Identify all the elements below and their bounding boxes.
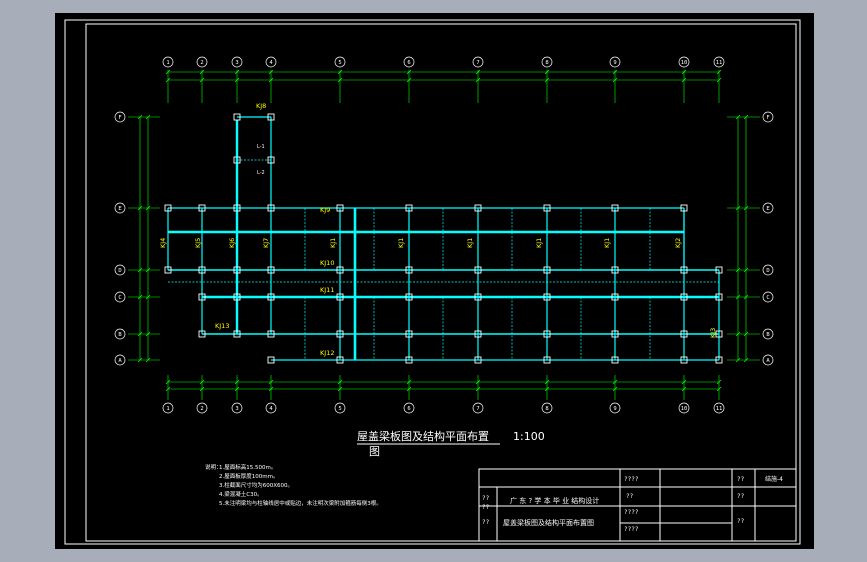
title-block-cell: ?? — [737, 518, 745, 525]
title-block-cell: ???? — [624, 476, 639, 483]
drawing-title: 屋盖梁板图及结构平面布置 — [357, 429, 489, 443]
note-item: 4.梁混凝土C30。 — [219, 490, 263, 498]
axis-bubble-label: 8 — [545, 406, 548, 412]
axis-bubble-label: 1 — [166, 60, 169, 66]
drawing-title-wrap: 图 — [369, 445, 380, 458]
frame-label: KJ4 — [159, 238, 167, 248]
axis-bubble-label: 10 — [681, 60, 688, 66]
axis-bubble-label: 8 — [545, 60, 548, 66]
frame-label: KJ9 — [320, 206, 330, 214]
frame-label: KJ7 — [262, 238, 270, 248]
frame-label: KJ13 — [215, 322, 229, 330]
axis-bubble-label: 3 — [235, 60, 238, 66]
title-block-blank: ?? — [482, 504, 490, 511]
title-block-cell: ?? — [737, 476, 745, 483]
frame-label: KJ3 — [709, 328, 717, 338]
axis-bubble-label: 9 — [613, 406, 616, 412]
frame-label: KJ1 — [397, 238, 405, 248]
axis-bubble-label: 5 — [338, 60, 341, 66]
axis-bubble-label: 2 — [200, 406, 203, 412]
note-item: 3.柱截面尺寸均为600X600。 — [219, 481, 293, 489]
frame-label: KJ1 — [329, 238, 337, 248]
axis-bubble-label: D — [766, 268, 769, 274]
title-block-cell: ?? — [737, 493, 745, 500]
frame-label: KJ8 — [256, 102, 266, 110]
frame-label: KJ12 — [320, 349, 334, 357]
axis-bubble-label: E — [118, 206, 121, 212]
frame-label: KJ6 — [228, 238, 236, 248]
frame-label: KJ1 — [603, 238, 611, 248]
axis-bubble-label: 6 — [407, 406, 410, 412]
frame-label: KJ1 — [466, 238, 474, 248]
axis-bubble-label: 9 — [613, 60, 616, 66]
axis-bubble-label: 11 — [716, 60, 723, 66]
axis-bubble-label: C — [766, 295, 769, 301]
axis-bubble-label: 7 — [476, 406, 479, 412]
frame-label: KJ11 — [320, 286, 334, 294]
title-block-cell: ???? — [624, 526, 639, 533]
note-item: 2.屋面板厚度100mm。 — [219, 472, 278, 480]
title-block-blank: ?? — [482, 495, 490, 502]
frame-label: KJ5 — [194, 238, 202, 248]
beam-tag: L-1 — [257, 144, 265, 150]
frame-label: KJ10 — [320, 259, 334, 267]
axis-bubble-label: 3 — [235, 406, 238, 412]
axis-bubble-label: 1 — [166, 406, 169, 412]
axis-bubble-label: 11 — [716, 406, 723, 412]
title-block-school: 广 东 ? 学 本 毕 业 结构设计 — [510, 496, 599, 505]
axis-bubble-label: F — [766, 115, 769, 121]
axis-bubble-label: 5 — [338, 406, 341, 412]
axis-bubble-label: E — [766, 206, 769, 212]
frame-label: KJ2 — [674, 238, 682, 248]
axis-bubble-label: 10 — [681, 406, 688, 412]
axis-bubble-label: F — [118, 115, 121, 121]
axis-bubble-label: D — [118, 268, 121, 274]
cad-drawing-canvas[interactable]: 11223344556677889910101111F FE ED DC CB BA A K… — [0, 0, 867, 562]
frame-label: KJ1 — [535, 238, 543, 248]
axis-bubble-label: C — [118, 295, 121, 301]
note-item: 5.未注明梁均与柱轴线居中或贴边，未注明次梁附加箍筋每侧3根。 — [219, 499, 382, 507]
title-block-cell: ?? — [626, 493, 634, 500]
note-item: 1.屋面标高15.500m。 — [219, 463, 276, 471]
title-block-blank: ?? — [482, 519, 490, 526]
drawing-scale: 1:100 — [513, 430, 545, 443]
title-block-drawing-name: 屋盖梁板图及结构平面布置图 — [503, 518, 594, 527]
axis-bubble-label: 7 — [476, 60, 479, 66]
axis-bubble-label: 2 — [200, 60, 203, 66]
title-block-sheet-no: 结施-4 — [765, 475, 783, 483]
title-block-cell: ???? — [624, 509, 639, 516]
beam-tag: L-2 — [257, 170, 265, 176]
axis-bubble-label: 6 — [407, 60, 410, 66]
